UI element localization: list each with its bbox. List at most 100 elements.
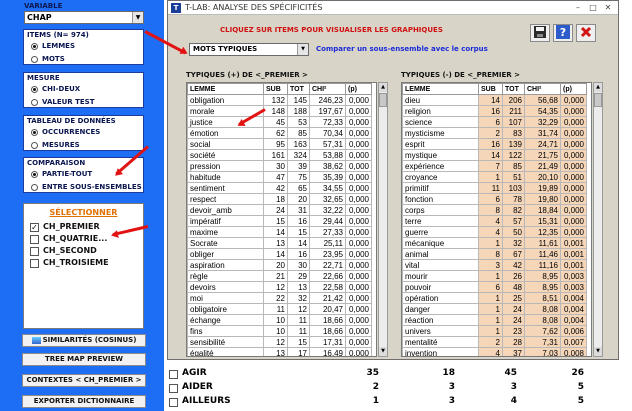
scroll-down-icon[interactable]: ▼	[379, 347, 387, 356]
table-row[interactable]: sensibilité 12 15 17,31 0,000	[187, 336, 372, 348]
lemma-cell[interactable]: réaction	[402, 314, 479, 326]
exporter-button[interactable]: EXPORTER DICTIONNAIRE	[22, 395, 146, 408]
table-row[interactable]: mystique 14 122 21,75 0,000	[402, 149, 587, 161]
table-row[interactable]: obligatoire 11 12 20,47 0,000	[187, 303, 372, 315]
lemma-cell[interactable]: égalité	[187, 347, 264, 356]
lemma-cell[interactable]: terre	[402, 215, 479, 227]
lemma-cell[interactable]: Socrate	[187, 237, 264, 249]
lemma-cell[interactable]: religion	[402, 105, 479, 117]
lemma-cell[interactable]: échange	[187, 314, 264, 326]
chevron-down-icon[interactable]: ▼	[132, 12, 143, 23]
radio-occurrences[interactable]: OCCURRENCES	[24, 126, 143, 139]
table-row[interactable]: réaction 1 24 8,08 0,004	[402, 314, 587, 326]
table-row[interactable]: respect 18 20 32,65 0,000	[187, 193, 372, 205]
table-row[interactable]: expérience 7 85 21,49 0,000	[402, 160, 587, 172]
radio-chi-deux[interactable]: CHI-DEUX	[24, 83, 143, 96]
table-row[interactable]: science 6 107 32,29 0,000	[402, 116, 587, 128]
lemma-cell[interactable]: sentiment	[187, 182, 264, 194]
column-header[interactable]: LEMME	[187, 83, 264, 95]
lemma-cell[interactable]: corps	[402, 204, 479, 216]
lemma-cell[interactable]: émotion	[187, 127, 264, 139]
lemma-cell[interactable]: maxime	[187, 226, 264, 238]
table-row[interactable]: univers 1 23 7,62 0,006	[402, 325, 587, 337]
tree-map-button[interactable]: TREE MAP PREVIEW	[22, 353, 146, 366]
table-row[interactable]: mécanique 1 32 11,61 0,001	[402, 237, 587, 249]
lemma-cell[interactable]: sensibilité	[187, 336, 264, 348]
checkbox-ch-troisieme[interactable]: CH_TROISIEME	[28, 257, 143, 269]
minus-scrollbar[interactable]: ▲ ▼	[593, 82, 603, 357]
table-row[interactable]: Socrate 13 14 25,11 0,000	[187, 237, 372, 249]
lemma-cell[interactable]: habitude	[187, 171, 264, 183]
table-row[interactable]: émotion 62 85 70,34 0,000	[187, 127, 372, 139]
table-row[interactable]: invention 4 37 7,03 0,008	[402, 347, 587, 356]
table-row[interactable]: AGIR 35 18 45 26	[164, 368, 632, 381]
lemma-cell[interactable]: société	[187, 149, 264, 161]
lemma-cell[interactable]: règle	[187, 270, 264, 282]
lemma-cell[interactable]: impératif	[187, 215, 264, 227]
table-row[interactable]: habitude 47 75 35,39 0,000	[187, 171, 372, 183]
title-bar[interactable]: T T-LAB: ANALYSE DES SPÉCIFICITÉS – □ ✕	[168, 1, 618, 15]
radio-partie-tout[interactable]: PARTIE-TOUT	[24, 168, 143, 181]
contextes-button[interactable]: CONTEXTES < CH_PREMIER >	[22, 374, 146, 387]
table-row[interactable]: croyance 1 51 20,10 0,000	[402, 171, 587, 183]
column-header[interactable]: TOT	[287, 83, 310, 95]
table-row[interactable]: moi 22 32 21,42 0,000	[187, 292, 372, 304]
lemma-cell[interactable]: obligation	[187, 94, 264, 106]
table-row[interactable]: opération 1 25 8,51 0,004	[402, 292, 587, 304]
table-row[interactable]: AILLEURS 1 3 4 5	[164, 396, 632, 409]
table-row[interactable]: sentiment 42 65 34,55 0,000	[187, 182, 372, 194]
lemma-cell[interactable]: primitif	[402, 182, 479, 194]
table-row[interactable]: obligation 132 145 246,23 0,000	[187, 94, 372, 106]
table-row[interactable]: maxime 14 15 27,33 0,000	[187, 226, 372, 238]
scroll-thumb[interactable]	[379, 93, 387, 107]
table-row[interactable]: mysticisme 2 83 31,74 0,000	[402, 127, 587, 139]
lemma-cell[interactable]: guerre	[402, 226, 479, 238]
save-button[interactable]	[530, 24, 550, 42]
lemma-cell[interactable]: social	[187, 138, 264, 150]
column-header[interactable]: LEMME	[402, 83, 479, 95]
table-row[interactable]: pression 30 39 38,62 0,000	[187, 160, 372, 172]
table-row[interactable]: impératif 15 16 29,44 0,000	[187, 215, 372, 227]
table-row[interactable]: égalité 13 17 16,49 0,000	[187, 347, 372, 356]
close-button[interactable]	[576, 24, 596, 42]
lemma-cell[interactable]: animal	[402, 248, 479, 260]
lemma-cell[interactable]: dieu	[402, 94, 479, 106]
lemma-cell[interactable]: danger	[402, 303, 479, 315]
chevron-down-icon[interactable]: ▼	[297, 44, 308, 55]
radio-mots[interactable]: MOTS	[24, 53, 143, 66]
table-row[interactable]: obliger 14 16 23,95 0,000	[187, 248, 372, 260]
checkbox-icon[interactable]	[169, 398, 178, 407]
table-row[interactable]: morale 148 188 197,67 0,000	[187, 105, 372, 117]
table-row[interactable]: terre 4 57 15,31 0,000	[402, 215, 587, 227]
table-row[interactable]: esprit 16 139 24,71 0,000	[402, 138, 587, 150]
table-row[interactable]: fins 10 11 18,66 0,000	[187, 325, 372, 337]
lemma-cell[interactable]: obliger	[187, 248, 264, 260]
plus-scrollbar[interactable]: ▲ ▼	[378, 82, 388, 357]
table-row[interactable]: religion 16 211 54,35 0,000	[402, 105, 587, 117]
minimize-icon[interactable]: –	[573, 3, 583, 13]
lemma-cell[interactable]: moi	[187, 292, 264, 304]
table-row[interactable]: mentalité 2 28 7,31 0,007	[402, 336, 587, 348]
table-row[interactable]: animal 8 67 11,46 0,001	[402, 248, 587, 260]
table-row[interactable]: échange 10 11 18,66 0,000	[187, 314, 372, 326]
lemma-cell[interactable]: science	[402, 116, 479, 128]
table-row[interactable]: fonction 6 78 19,80 0,000	[402, 193, 587, 205]
checkbox-ch-quatrieme[interactable]: CH_QUATRIE...	[28, 233, 143, 245]
lemma-cell[interactable]: obligatoire	[187, 303, 264, 315]
lemma-cell[interactable]: esprit	[402, 138, 479, 150]
checkbox-icon[interactable]	[169, 384, 178, 393]
column-header[interactable]: (p)	[345, 83, 372, 95]
lemma-cell[interactable]: expérience	[402, 160, 479, 172]
table-row[interactable]: pouvoir 6 48 8,95 0,003	[402, 281, 587, 293]
table-row[interactable]: dieu 14 206 56,68 0,000	[402, 94, 587, 106]
compare-link[interactable]: Comparer un sous-ensemble avec le corpus	[316, 45, 488, 53]
table-row[interactable]: devoir_amb 24 31 32,22 0,000	[187, 204, 372, 216]
column-header[interactable]: (p)	[560, 83, 587, 95]
table-row[interactable]: primitif 11 103 19,89 0,000	[402, 182, 587, 194]
checkbox-icon[interactable]	[169, 370, 178, 379]
lemma-cell[interactable]: opération	[402, 292, 479, 304]
table-row[interactable]: aspiration 20 30 22,71 0,000	[187, 259, 372, 271]
radio-valeur-test[interactable]: VALEUR TEST	[24, 96, 143, 109]
help-button[interactable]: ?	[553, 24, 573, 42]
column-header[interactable]: SUB	[263, 83, 288, 95]
